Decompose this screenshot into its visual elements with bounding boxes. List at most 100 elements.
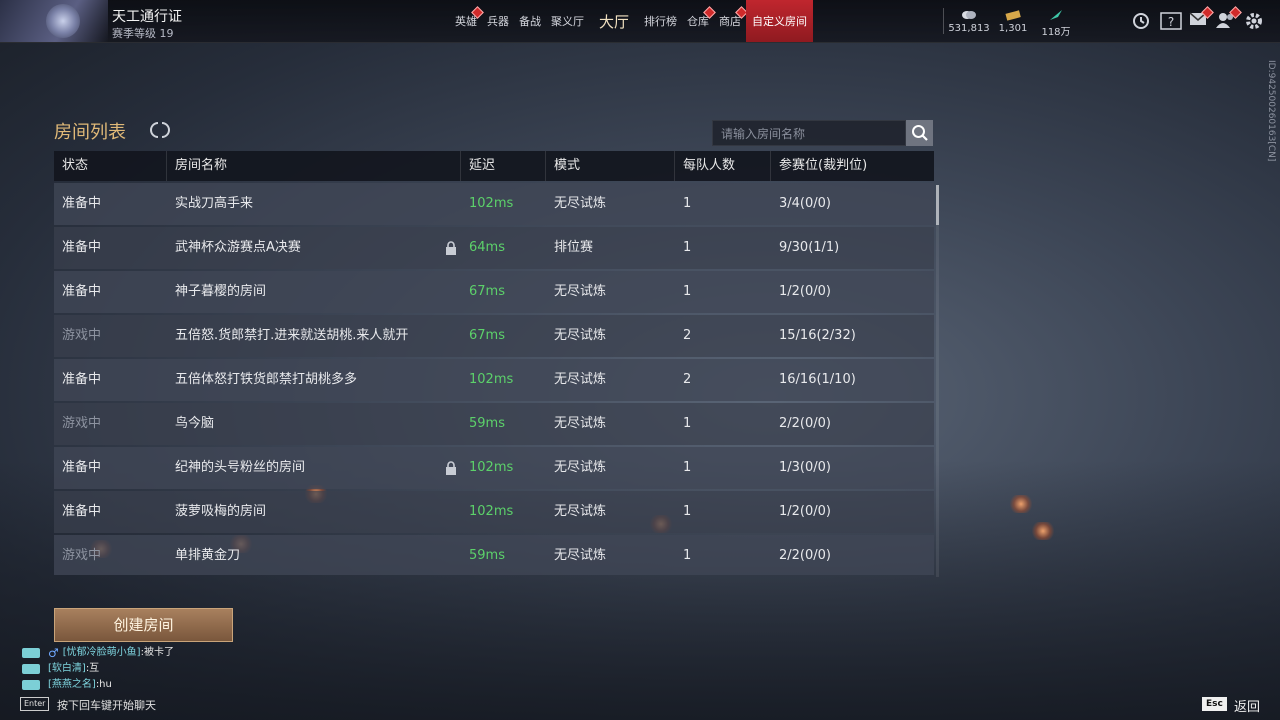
room-name: 实战刀高手来 [175,196,254,211]
table-row[interactable]: 准备中 神子暮樱的房间 67ms 无尽试炼 1 1/2(0/0) [54,271,934,313]
timer-icon[interactable] [1131,12,1151,30]
table-row[interactable]: 准备中 菠萝吸梅的房间 102ms 无尽试炼 1 1/2(0/0) [54,491,934,533]
nav-tab-3[interactable]: 聚义厅 [546,0,589,42]
room-name: 单排黄金刀 [175,548,241,563]
table-row[interactable]: 准备中 纪神的头号粉丝的房间 102ms 无尽试炼 1 1/3(0/0) [54,447,934,489]
table-row[interactable]: 准备中 实战刀高手来 102ms 无尽试炼 1 3/4(0/0) [54,183,934,225]
scroll-thumb[interactable] [936,185,939,225]
coin-amount: 531,813 [948,23,990,34]
table-row[interactable]: 游戏中 五倍怒.货郎禁打.进来就送胡桃.来人就开 67ms 无尽试炼 2 15/16(2/… [54,315,934,357]
room-mode: 无尽试炼 [554,460,607,475]
top-bar: 天工通行证 赛季等级 19 英雄 兵器 备战 聚义厅 大厅 排行榜 仓库 商店 自定义房间 53… [0,0,1280,43]
room-ping: 67ms [469,328,505,343]
nav-tab-8[interactable]: 自定义房间 [746,0,814,42]
lantern-light [1010,495,1032,513]
room-name: 神子暮樱的房间 [175,284,267,299]
nav-tab-7[interactable]: 商店 [714,0,748,42]
friends-icon[interactable] [1216,6,1242,30]
room-team-size: 1 [683,416,692,431]
room-name: 鸟今脑 [175,416,215,431]
settings-icon[interactable] [1244,12,1264,30]
search-icon [911,125,928,141]
room-rows: 准备中 实战刀高手来 102ms 无尽试炼 1 3/4(0/0) 准备中 武神杯众游赛点A决赛… [54,181,934,575]
resource-feathers[interactable]: 118万 [1038,0,1074,42]
room-status: 游戏中 [62,416,102,431]
season-emblem[interactable] [0,0,108,42]
room-slots: 2/2(0/0) [779,548,831,563]
help-icon[interactable]: ? [1160,12,1182,30]
nav-tab-label: 大厅 [599,13,630,31]
table-row[interactable]: 游戏中 单排黄金刀 59ms 无尽试炼 1 2/2(0/0) [54,535,934,575]
create-room-button[interactable]: 创建房间 [54,608,233,642]
battle-pass-icon[interactable] [46,4,80,38]
room-slots: 15/16(2/32) [779,328,856,343]
chat-message: [软白清]:互 [22,661,174,677]
chat-sender[interactable]: [燕燕之名] [48,677,96,693]
table-row[interactable]: 游戏中 鸟今脑 59ms 无尽试炼 1 2/2(0/0) [54,403,934,445]
room-team-size: 2 [683,372,692,387]
channel-tag-icon [22,664,40,674]
room-ping: 102ms [469,372,514,387]
chat-message: ♂ [忧郁冷脸萌小鱼]:被卡了 [22,645,174,661]
table-row[interactable]: 准备中 五倍体怒打铁货郎禁打胡桃多多 102ms 无尽试炼 2 16/16(1/10) [54,359,934,401]
nav-tab-2[interactable]: 备战 [514,0,546,42]
room-table: 状态 房间名称 延迟 模式 每队人数 参赛位(裁判位) 准备中 实战刀高手来 102… [54,151,934,575]
nav-tab-label: 仓库 [687,15,710,28]
back-button[interactable]: 返回 [1234,696,1260,715]
room-name: 五倍体怒打铁货郎禁打胡桃多多 [175,372,358,387]
resource-coins[interactable]: 531,813 [948,0,990,42]
room-status: 准备中 [62,372,102,387]
channel-tag-icon [22,680,40,690]
nav-tab-label: 自定义房间 [752,15,808,28]
refresh-icon[interactable] [150,120,170,140]
room-slots: 2/2(0/0) [779,416,831,431]
col-slots[interactable]: 参赛位(裁判位) [771,151,934,181]
room-team-size: 1 [683,196,692,211]
mail-icon[interactable] [1188,6,1214,30]
room-mode: 无尽试炼 [554,416,607,431]
chat-sender[interactable]: [忧郁冷脸萌小鱼] [63,645,141,661]
chat-message: [燕燕之名]:hu [22,677,174,693]
channel-tag-icon [22,648,40,658]
battle-pass-title[interactable]: 天工通行证 [112,6,182,26]
room-ping: 102ms [469,504,514,519]
room-slots: 1/2(0/0) [779,504,831,519]
room-status: 准备中 [62,240,102,255]
col-mode[interactable]: 模式 [546,151,675,181]
room-mode: 无尽试炼 [554,196,607,211]
room-ping: 102ms [469,196,514,211]
coin-icon [962,11,976,19]
col-status[interactable]: 状态 [54,151,167,181]
room-status: 游戏中 [62,328,102,343]
resource-tickets[interactable]: 1,301 [994,0,1032,42]
lantern-light [1032,522,1054,540]
esc-key[interactable]: Esc [1202,697,1227,711]
ticket-amount: 1,301 [998,23,1028,34]
room-ping: 64ms [469,240,505,255]
nav-tab-label: 备战 [519,15,541,28]
room-search-input[interactable]: 请输入房间名称 [712,120,906,146]
ticket-icon [1005,10,1021,21]
col-room-name[interactable]: 房间名称 [167,151,461,181]
nav-tab-0[interactable]: 英雄 [450,0,484,42]
nav-tab-6[interactable]: 仓库 [682,0,716,42]
room-team-size: 1 [683,460,692,475]
chat-sender[interactable]: [软白清] [48,661,86,677]
table-header: 状态 房间名称 延迟 模式 每队人数 参赛位(裁判位) [54,151,934,181]
col-ping[interactable]: 延迟 [461,151,546,181]
season-level: 赛季等级 19 [112,27,174,40]
search-button[interactable] [906,120,933,146]
nav-tab-label: 商店 [719,15,742,28]
nav-tab-5[interactable]: 排行榜 [639,0,682,42]
room-name: 五倍怒.货郎禁打.进来就送胡桃.来人就开 [175,328,409,343]
nav-tab-1[interactable]: 兵器 [482,0,514,42]
room-mode: 无尽试炼 [554,372,607,387]
enter-key-hint: Enter [20,697,50,711]
room-list-scrollbar[interactable] [936,185,939,577]
nav-tab-4[interactable]: 大厅 [589,0,639,42]
col-team-size[interactable]: 每队人数 [675,151,771,181]
table-row[interactable]: 准备中 武神杯众游赛点A决赛 64ms 排位赛 1 9/30(1/1) [54,227,934,269]
room-name: 菠萝吸梅的房间 [175,504,267,519]
chat-hint-text[interactable]: 按下回车键开始聊天 [57,697,156,713]
room-status: 游戏中 [62,548,102,563]
